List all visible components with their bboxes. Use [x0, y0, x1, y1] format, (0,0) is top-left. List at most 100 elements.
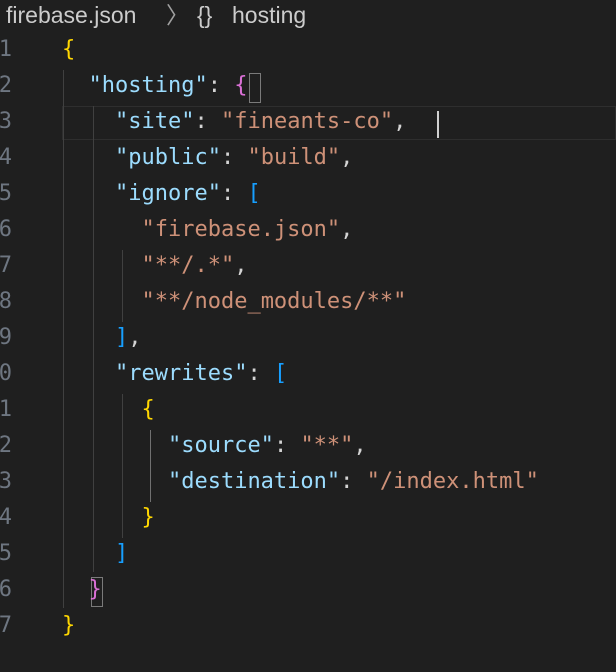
- code-text: }: [62, 608, 75, 644]
- line-number: 2: [0, 433, 12, 458]
- code-token: :: [273, 433, 301, 458]
- code-line[interactable]: 6 }: [0, 572, 616, 608]
- code-editor[interactable]: 1{2 "hosting": {3 "site": "fineants-co",…: [0, 32, 616, 672]
- code-text: "site": "fineants-co",: [62, 104, 406, 140]
- code-text: }: [62, 500, 155, 536]
- code-token: {: [234, 73, 248, 98]
- line-number: 9: [0, 325, 12, 350]
- breadcrumb-file[interactable]: firebase.json: [6, 0, 136, 30]
- code-token: "**/.*": [141, 253, 235, 278]
- code-line[interactable]: 2 "source": "**",: [0, 428, 616, 464]
- code-token: ,: [128, 325, 142, 350]
- code-text: "public": "build",: [62, 140, 353, 176]
- code-text: {: [62, 32, 75, 68]
- line-number: 3: [0, 109, 12, 134]
- code-token: ]: [114, 541, 129, 566]
- code-line[interactable]: 0 "rewrites": [: [0, 356, 616, 392]
- code-text: "**/node_modules/**": [62, 284, 406, 320]
- code-token: ,: [340, 217, 354, 242]
- code-text: "rewrites": [: [62, 356, 287, 392]
- code-line[interactable]: 3 "destination": "/index.html": [0, 464, 616, 500]
- code-token: :: [207, 73, 235, 98]
- code-token: "build": [247, 145, 341, 170]
- code-text: ]: [62, 536, 128, 572]
- line-number: 4: [0, 505, 12, 530]
- code-token: :: [340, 469, 367, 494]
- line-number: 1: [0, 397, 12, 422]
- json-object-icon: {}: [197, 2, 213, 28]
- code-token: "public": [114, 145, 221, 170]
- code-line[interactable]: 9 ],: [0, 320, 616, 356]
- code-text: "ignore": [: [62, 176, 261, 212]
- code-token: "**/node_modules/**": [141, 289, 407, 314]
- code-token: }: [141, 505, 155, 530]
- breadcrumb-symbol[interactable]: hosting: [232, 0, 306, 30]
- line-number: 5: [0, 181, 12, 206]
- code-token: {: [141, 397, 155, 422]
- code-token: "source": [167, 433, 274, 458]
- code-token: :: [247, 361, 274, 386]
- code-token: }: [62, 613, 76, 638]
- line-number: 1: [0, 37, 12, 62]
- code-token: ,: [353, 433, 367, 458]
- line-number: 3: [0, 469, 12, 494]
- chevron-right-icon: 〉: [166, 2, 189, 28]
- code-text: ],: [62, 320, 142, 356]
- code-line[interactable]: 1{: [0, 32, 616, 68]
- code-token: ]: [114, 325, 129, 350]
- code-token: :: [194, 109, 221, 134]
- code-line[interactable]: 1 {: [0, 392, 616, 428]
- line-number: 7: [0, 613, 12, 638]
- code-line[interactable]: 5 ]: [0, 536, 616, 572]
- code-token: "site": [114, 109, 195, 134]
- code-token: ,: [340, 145, 354, 170]
- code-text: {: [62, 392, 155, 428]
- code-text: "destination": "/index.html": [62, 464, 539, 500]
- code-token: "ignore": [114, 181, 221, 206]
- code-token: "firebase.json": [141, 217, 341, 242]
- line-number: 2: [0, 73, 12, 98]
- code-token: :: [220, 181, 248, 206]
- code-line[interactable]: 8 "**/node_modules/**": [0, 284, 616, 320]
- code-token: ,: [234, 253, 248, 278]
- code-line[interactable]: 3 "site": "fineants-co",: [0, 104, 616, 140]
- code-line[interactable]: 7 "**/.*",: [0, 248, 616, 284]
- code-line[interactable]: 7}: [0, 608, 616, 644]
- code-line[interactable]: 4 "public": "build",: [0, 140, 616, 176]
- code-line[interactable]: 6 "firebase.json",: [0, 212, 616, 248]
- code-token: [: [247, 181, 261, 206]
- code-text: "source": "**",: [62, 428, 367, 464]
- line-number: 0: [0, 361, 12, 386]
- code-token: "**": [300, 433, 354, 458]
- code-line[interactable]: 4 }: [0, 500, 616, 536]
- code-line[interactable]: 2 "hosting": {: [0, 68, 616, 104]
- code-token: {: [62, 37, 76, 62]
- line-number: 8: [0, 289, 12, 314]
- code-token: [: [273, 361, 288, 386]
- code-token: ,: [393, 109, 407, 134]
- line-number: 7: [0, 253, 12, 278]
- code-line[interactable]: 5 "ignore": [: [0, 176, 616, 212]
- code-token: "rewrites": [114, 361, 248, 386]
- code-text: "hosting": {: [62, 68, 248, 104]
- code-token: "fineants-co": [220, 109, 394, 134]
- code-token: "/index.html": [366, 469, 539, 494]
- code-token: }: [88, 577, 102, 602]
- code-token: "hosting": [88, 73, 208, 98]
- code-text: }: [62, 572, 102, 608]
- breadcrumb: firebase.json 〉 {} hosting: [0, 0, 616, 30]
- code-text: "**/.*",: [62, 248, 247, 284]
- code-text: "firebase.json",: [62, 212, 353, 248]
